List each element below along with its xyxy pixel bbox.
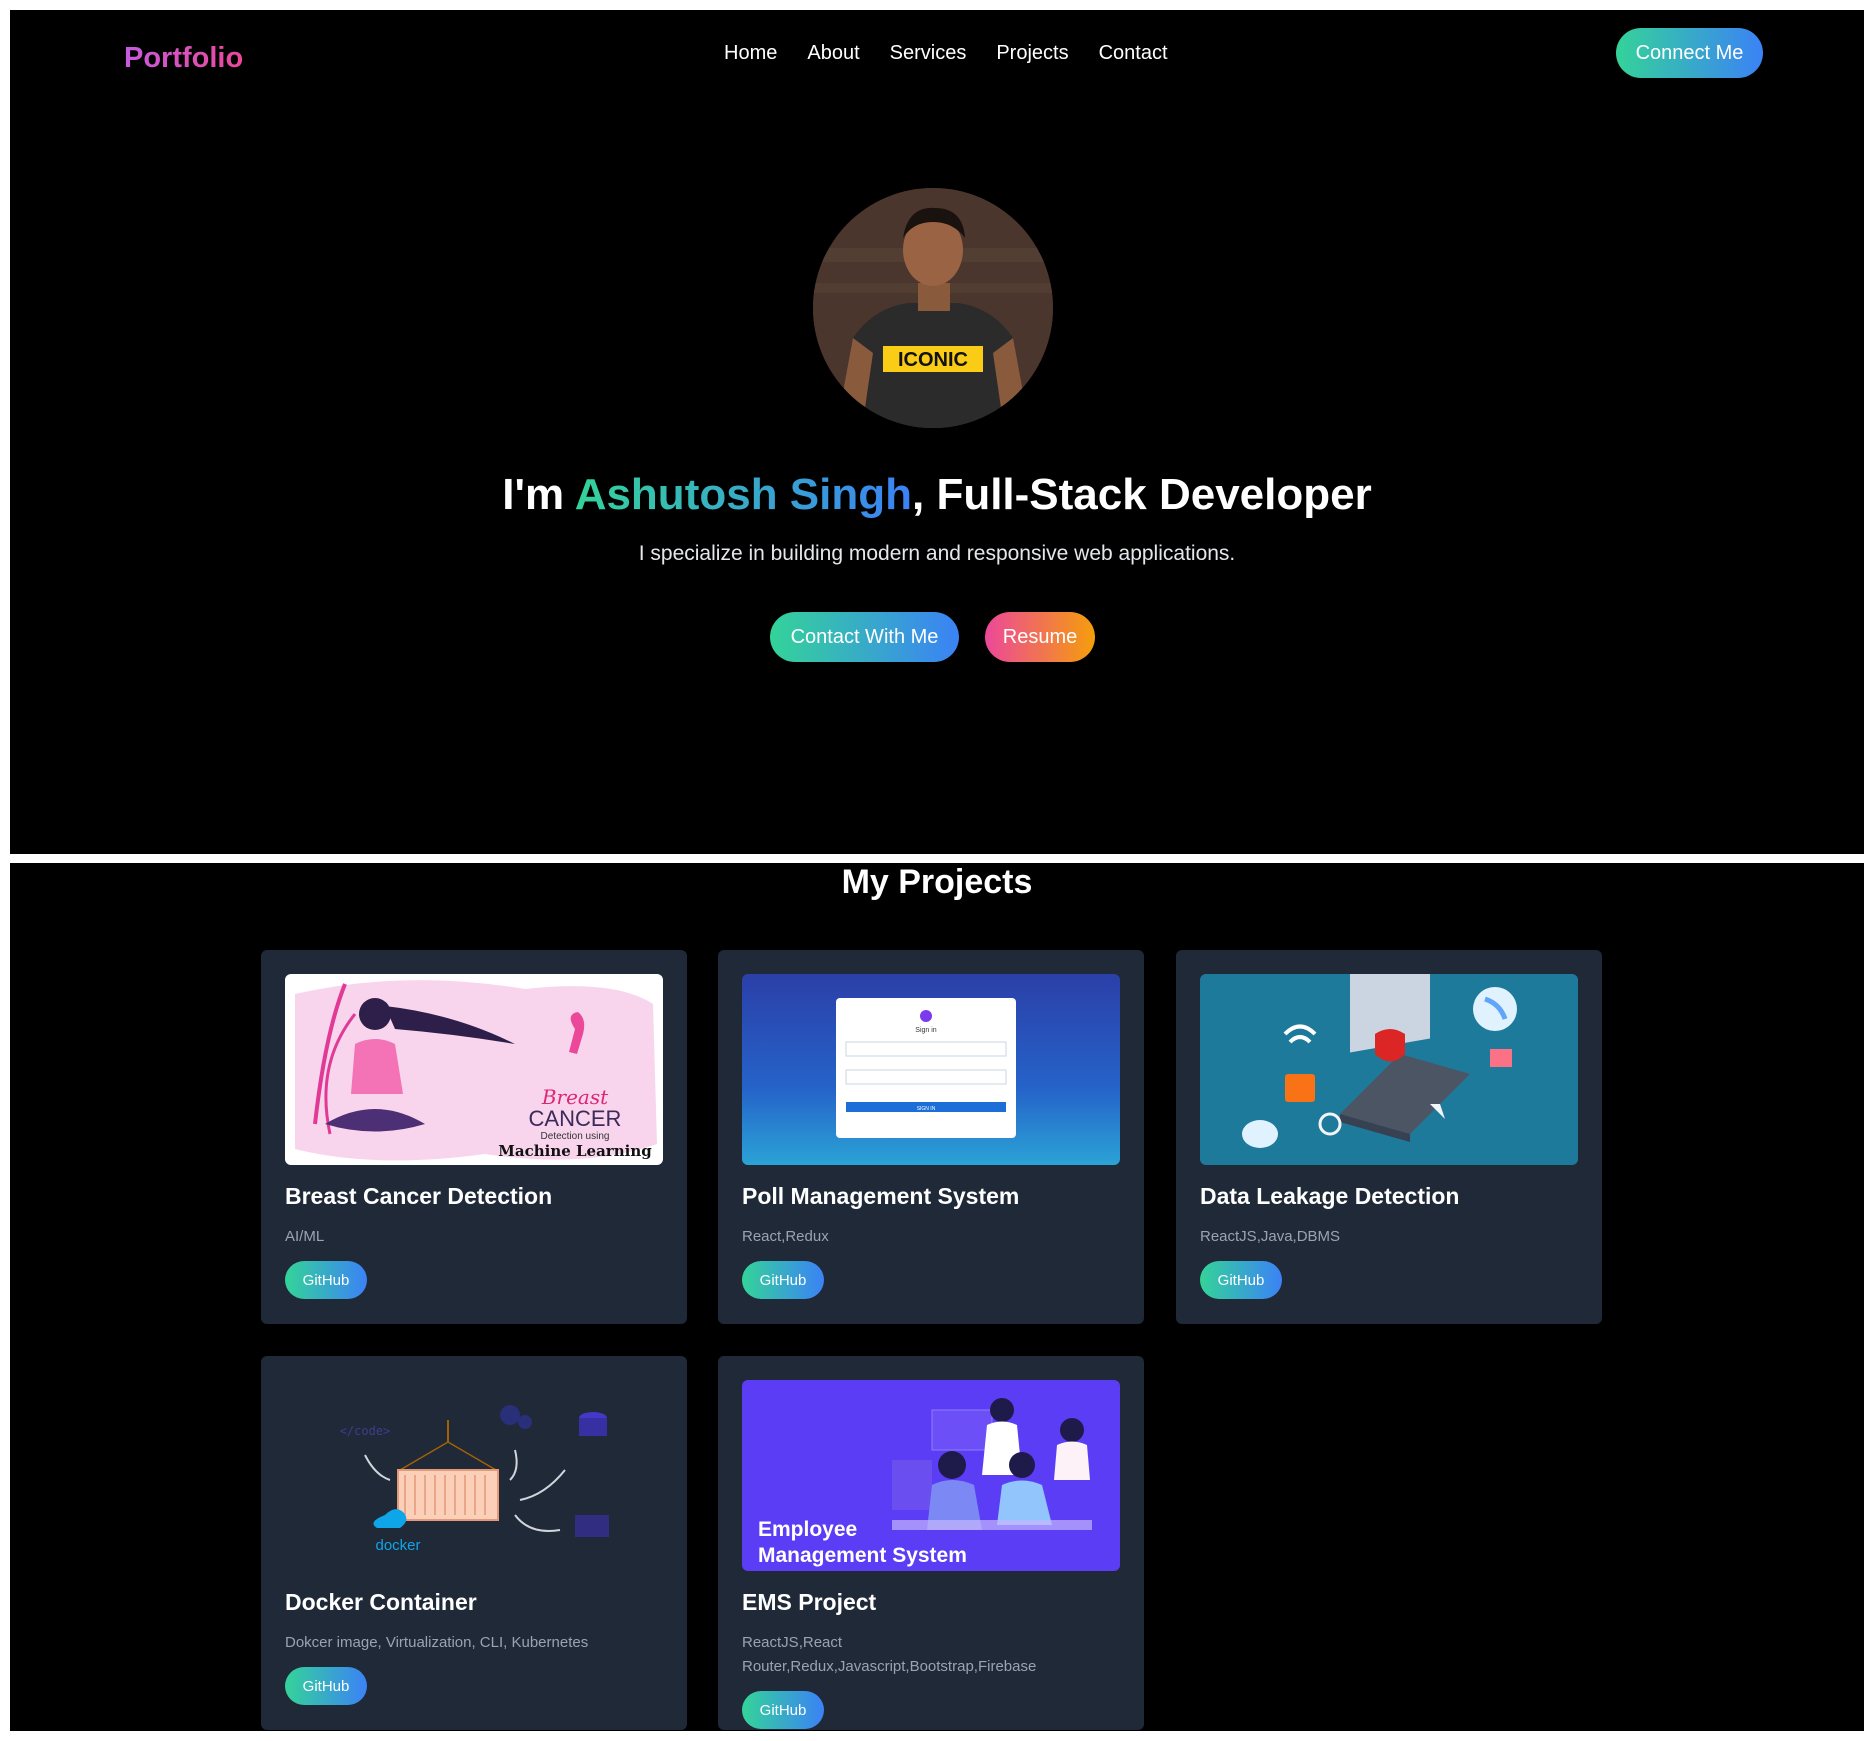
nav-link-projects[interactable]: Projects (996, 42, 1068, 65)
project-tags: Dokcer image, Virtualization, CLI, Kuber… (285, 1634, 589, 1651)
connect-me-button[interactable]: Connect Me (1616, 28, 1763, 78)
project-thumbnail: Sign in SIGN IN (742, 974, 1120, 1165)
project-title: Docker Container (285, 1589, 477, 1615)
project-title: EMS Project (742, 1589, 877, 1615)
projects-heading: My Projects (841, 863, 1033, 901)
contact-with-me-button[interactable]: Contact With Me (770, 612, 959, 662)
thumb-code-text: </code> (340, 1424, 391, 1438)
project-tags: AI/ML (285, 1228, 325, 1245)
project-tags: React,Redux (742, 1228, 829, 1245)
project-card: Sign in SIGN IN Poll Management System R… (718, 950, 1144, 1324)
shirt-logo-text: ICONIC (898, 349, 968, 371)
hero-subtitle: I specialize in building modern and resp… (638, 542, 1236, 565)
thumb-cancer-text: CANCER (529, 1106, 622, 1131)
github-button[interactable]: GitHub (285, 1667, 367, 1705)
thumb-docker-text: docker (375, 1537, 420, 1554)
project-title: Data Leakage Detection (1200, 1183, 1460, 1209)
project-title: Poll Management System (742, 1183, 1020, 1209)
thumb-ems-text: Management System (758, 1544, 967, 1567)
hero-heading: I'm Ashutosh Singh, Full-Stack Developer (10, 470, 1864, 520)
nav-link-services[interactable]: Services (890, 42, 967, 65)
project-thumbnail (1200, 974, 1578, 1165)
profile-avatar: ICONIC (813, 188, 1053, 428)
project-title: Breast Cancer Detection (285, 1183, 553, 1209)
project-card: Breast CANCER Detection using Machine Le… (261, 950, 687, 1324)
main-nav: Home About Services Projects Contact (724, 42, 1168, 65)
hero-title-prefix: I'm (502, 470, 575, 519)
thumb-signin-text: Sign in (915, 1027, 937, 1034)
github-button[interactable]: GitHub (285, 1261, 367, 1299)
hero-section: Portfolio Home About Services Projects C… (10, 10, 1864, 854)
project-thumbnail: Employee Management System (742, 1380, 1120, 1571)
thumb-signin-button-text: SIGN IN (917, 1106, 936, 1112)
project-thumbnail: Breast CANCER Detection using Machine Le… (285, 974, 663, 1165)
github-button[interactable]: GitHub (742, 1691, 824, 1729)
project-card: </code> docker Docker Container Dokcer i… (261, 1356, 687, 1730)
project-thumbnail: </code> docker (285, 1380, 663, 1571)
thumb-detection-text: Detection using (541, 1131, 610, 1142)
thumb-employee-text: Employee (758, 1518, 857, 1541)
nav-link-about[interactable]: About (807, 42, 859, 65)
thumb-ml-text: Machine Learning (498, 1142, 652, 1160)
project-tags: ReactJS,Java,DBMS (1200, 1228, 1341, 1245)
resume-button[interactable]: Resume (985, 612, 1095, 662)
project-card: Data Leakage Detection ReactJS,Java,DBMS… (1176, 950, 1602, 1324)
hero-title-suffix: , Full-Stack Developer (912, 470, 1372, 519)
projects-section: My Projects Breast CANCER Detection usin… (10, 863, 1864, 1731)
github-button[interactable]: GitHub (742, 1261, 824, 1299)
project-card: Employee Management System EMS Project R… (718, 1356, 1144, 1730)
hero-name: Ashutosh Singh (574, 470, 912, 519)
github-button[interactable]: GitHub (1200, 1261, 1282, 1299)
hero-actions: Contact With Me Resume (770, 612, 1095, 662)
brand-logo[interactable]: Portfolio (124, 42, 243, 75)
nav-link-contact[interactable]: Contact (1099, 42, 1168, 65)
nav-link-home[interactable]: Home (724, 42, 777, 65)
project-tags: ReactJS,React Router,Redux,Javascript,Bo… (742, 1634, 1037, 1675)
